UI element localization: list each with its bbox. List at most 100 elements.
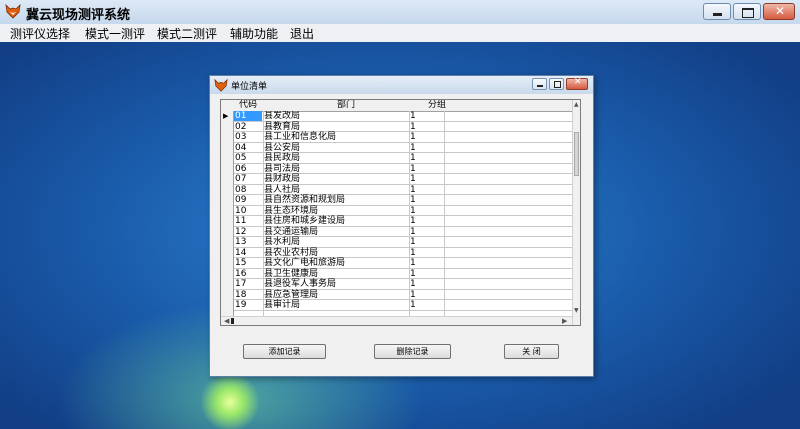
table-row[interactable]: 04 县公安局 1 (234, 143, 572, 153)
cell-code[interactable]: 04 (235, 143, 263, 153)
table-row[interactable]: 10 县生态环境局 1 (234, 206, 572, 216)
cell-group[interactable]: 1 (410, 111, 416, 121)
cell-code[interactable]: 12 (235, 227, 263, 237)
table-row[interactable]: 09 县自然资源和规划局 1 (234, 195, 572, 206)
cell-code[interactable]: 02 (235, 122, 263, 132)
cell-group[interactable]: 1 (410, 122, 416, 132)
table-row[interactable]: 13 县水利局 1 (234, 237, 572, 248)
cell-group[interactable]: 1 (410, 258, 416, 268)
dialog-close-text-button[interactable]: 关 闭 (504, 344, 559, 359)
cell-code[interactable]: 08 (235, 185, 263, 195)
cell-code[interactable]: 18 (235, 290, 263, 300)
cell-dept[interactable]: 县住房和城乡建设局 (264, 216, 345, 226)
cell-code[interactable]: 09 (235, 195, 263, 205)
cell-dept[interactable]: 县财政局 (264, 174, 300, 184)
cell-dept[interactable]: 县民政局 (264, 153, 300, 163)
cell-code[interactable]: 03 (235, 132, 263, 142)
cell-dept[interactable]: 县文化广电和旅游局 (264, 258, 345, 268)
cell-dept[interactable]: 县交通运输局 (264, 227, 318, 237)
cell-group[interactable]: 1 (410, 195, 416, 205)
cell-group[interactable]: 1 (410, 248, 416, 258)
cell-dept[interactable]: 县发改局 (264, 111, 300, 121)
cell-code[interactable]: 11 (235, 216, 263, 226)
cell-group[interactable]: 1 (410, 290, 416, 300)
horizontal-scroll-thumb[interactable] (231, 318, 234, 324)
menu-exit[interactable]: 退出 (290, 25, 314, 42)
table-row[interactable]: 08 县人社局 1 (234, 185, 572, 195)
menu-mode-two[interactable]: 模式二测评 (157, 25, 217, 42)
cell-dept[interactable]: 县教育局 (264, 122, 300, 132)
unit-data-grid[interactable]: 代码 部门 分组 ▶ 01 县发改局 1 02 县教育局 1 03 县工业和信息化局 1 04 县公… (220, 99, 581, 326)
table-row[interactable]: 07 县财政局 1 (234, 174, 572, 185)
column-header-group[interactable]: 分组 (428, 100, 446, 111)
cell-code[interactable]: 07 (235, 174, 263, 184)
cell-dept[interactable]: 县审计局 (264, 300, 300, 310)
column-header-code[interactable]: 代码 (239, 100, 257, 111)
cell-dept[interactable]: 县卫生健康局 (264, 269, 318, 279)
cell-group[interactable]: 1 (410, 185, 416, 195)
horizontal-scrollbar[interactable]: ◀ ▶ (221, 316, 572, 325)
table-row[interactable]: 03 县工业和信息化局 1 (234, 132, 572, 143)
cell-group[interactable]: 1 (410, 237, 416, 247)
table-row[interactable]: 15 县文化广电和旅游局 1 (234, 258, 572, 269)
table-row[interactable]: 06 县司法局 1 (234, 164, 572, 174)
vertical-scrollbar[interactable]: ▲ ▼ (572, 100, 580, 325)
scroll-left-icon[interactable]: ◀ (224, 317, 229, 325)
cell-group[interactable]: 1 (410, 132, 416, 142)
table-row[interactable]: 16 县卫生健康局 1 (234, 269, 572, 279)
cell-code[interactable]: 13 (235, 237, 263, 247)
minimize-button[interactable] (703, 3, 731, 20)
table-row[interactable]: 05 县民政局 1 (234, 153, 572, 164)
table-row[interactable]: 18 县应急管理局 1 (234, 290, 572, 300)
table-row[interactable]: 14 县农业农村局 1 (234, 248, 572, 258)
table-row[interactable]: 02 县教育局 1 (234, 122, 572, 132)
cell-code[interactable]: 15 (235, 258, 263, 268)
dialog-maximize-button[interactable] (549, 78, 564, 90)
maximize-button[interactable] (733, 3, 761, 20)
dialog-minimize-button[interactable] (532, 78, 547, 90)
scroll-up-icon[interactable]: ▲ (574, 101, 579, 108)
cell-code[interactable]: 06 (235, 164, 263, 174)
cell-dept[interactable]: 县应急管理局 (264, 290, 318, 300)
cell-dept[interactable]: 县农业农村局 (264, 248, 318, 258)
dialog-titlebar[interactable]: 单位清单 ✕ (210, 76, 593, 94)
cell-dept[interactable]: 县自然资源和规划局 (264, 195, 345, 205)
cell-dept[interactable]: 县工业和信息化局 (264, 132, 336, 142)
cell-code[interactable]: 17 (235, 279, 263, 289)
cell-group[interactable]: 1 (410, 153, 416, 163)
cell-code[interactable]: 10 (235, 206, 263, 216)
scroll-down-icon[interactable]: ▼ (574, 307, 579, 314)
cell-code[interactable]: 05 (235, 153, 263, 163)
table-row[interactable]: 12 县交通运输局 1 (234, 227, 572, 237)
column-header-department[interactable]: 部门 (337, 100, 355, 111)
cell-group[interactable]: 1 (410, 300, 416, 310)
cell-group[interactable]: 1 (410, 143, 416, 153)
cell-code[interactable]: 14 (235, 248, 263, 258)
add-record-button[interactable]: 添加记录 (243, 344, 326, 359)
delete-record-button[interactable]: 删除记录 (374, 344, 451, 359)
cell-dept[interactable]: 县司法局 (264, 164, 300, 174)
cell-dept[interactable]: 县生态环境局 (264, 206, 318, 216)
cell-group[interactable]: 1 (410, 164, 416, 174)
menu-mode-one[interactable]: 模式一测评 (85, 25, 145, 42)
dialog-close-button[interactable]: ✕ (566, 77, 588, 90)
cell-dept[interactable]: 县水利局 (264, 237, 300, 247)
table-row[interactable]: 19 县审计局 1 (234, 300, 572, 311)
cell-dept[interactable]: 县公安局 (264, 143, 300, 153)
menu-device-select[interactable]: 测评仪选择 (10, 25, 70, 42)
vertical-scroll-thumb[interactable] (574, 132, 579, 176)
scroll-right-icon[interactable]: ▶ (562, 317, 567, 325)
table-row[interactable]: 01 县发改局 1 (234, 111, 572, 122)
cell-group[interactable]: 1 (410, 216, 416, 226)
cell-group[interactable]: 1 (410, 206, 416, 216)
cell-dept[interactable]: 县退役军人事务局 (264, 279, 336, 289)
cell-group[interactable]: 1 (410, 269, 416, 279)
table-row[interactable]: 11 县住房和城乡建设局 1 (234, 216, 572, 227)
cell-code[interactable]: 01 (234, 111, 262, 121)
cell-code[interactable]: 19 (235, 300, 263, 310)
cell-code[interactable]: 16 (235, 269, 263, 279)
cell-group[interactable]: 1 (410, 174, 416, 184)
cell-group[interactable]: 1 (410, 279, 416, 289)
menu-tools[interactable]: 辅助功能 (230, 25, 278, 42)
close-button[interactable]: ✕ (763, 3, 795, 20)
